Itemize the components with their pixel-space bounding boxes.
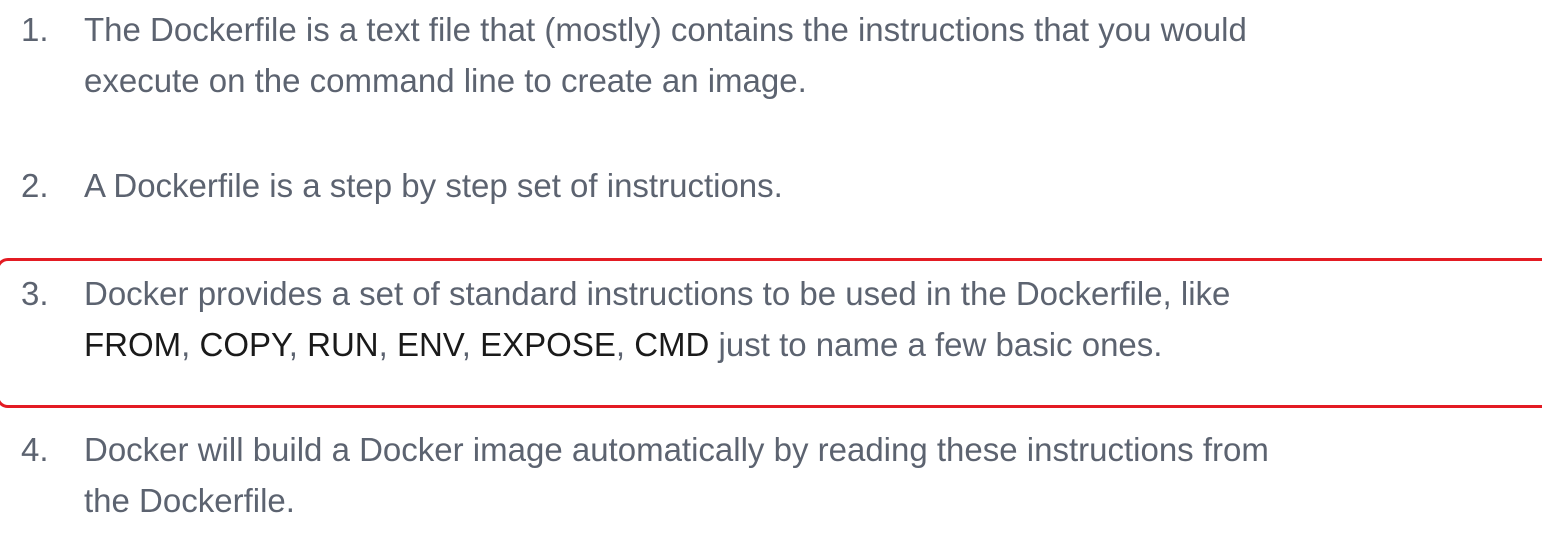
list-item-text: A Dockerfile is a step by step set of in… — [84, 160, 1524, 211]
list-item-line: the Dockerfile. — [84, 482, 295, 519]
list-item-number: 1. — [21, 11, 49, 48]
list-item-line: A Dockerfile is a step by step set of in… — [84, 167, 783, 204]
list-item-number: 4. — [21, 431, 49, 468]
list-item-line: execute on the command line to create an… — [84, 62, 807, 99]
highlight-box — [0, 258, 1542, 408]
list-item-text: Docker will build a Docker image automat… — [84, 424, 1524, 526]
list-item-text: The Dockerfile is a text file that (most… — [84, 4, 1524, 106]
list-item-line: Docker will build a Docker image automat… — [84, 431, 1269, 468]
list-item-line: The Dockerfile is a text file that (most… — [84, 11, 1247, 48]
list-item-number: 2. — [21, 167, 49, 204]
